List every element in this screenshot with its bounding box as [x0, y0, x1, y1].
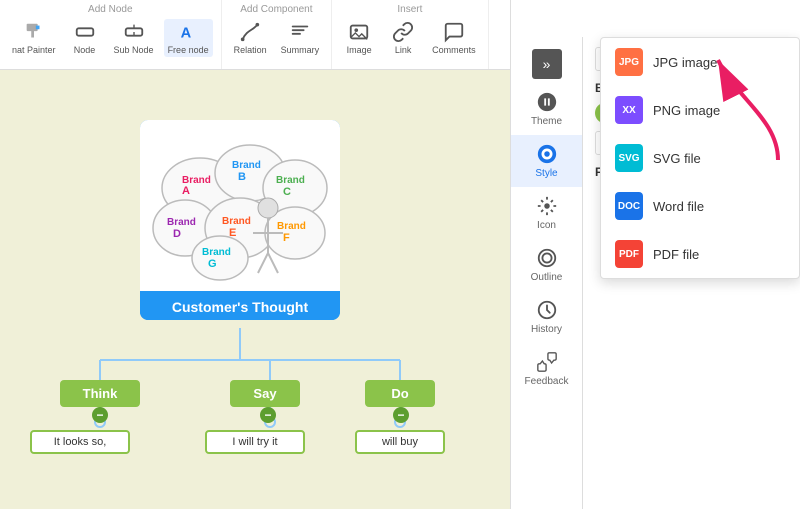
say-minus[interactable]: −	[260, 407, 276, 423]
leaf-say-label: I will try it	[232, 436, 277, 448]
mindmap-image-area: Brand A Brand B Brand C Brand D Brand E …	[140, 120, 340, 291]
jpg-icon: JPG	[615, 48, 643, 76]
add-node-icons: nat Painter Node Sub Node A Free node	[8, 19, 213, 57]
sidebar-item-history[interactable]: History	[511, 291, 582, 343]
link-btn[interactable]: Link	[384, 19, 422, 57]
pdf-icon-text: PDF	[619, 249, 639, 260]
expand-btn[interactable]: »	[532, 49, 562, 79]
mindmap-root[interactable]: Brand A Brand B Brand C Brand D Brand E …	[140, 120, 340, 320]
svg-text:G: G	[208, 258, 217, 270]
summary-label: Summary	[281, 45, 320, 55]
pdf-label: PDF file	[653, 247, 699, 262]
comments-label: Comments	[432, 45, 476, 55]
free-node-label: Free node	[168, 45, 209, 55]
export-jpg-item[interactable]: JPG JPG image	[601, 38, 799, 86]
insert-icons: Image Link Comments	[340, 19, 480, 57]
export-pdf-item[interactable]: PDF PDF file	[601, 230, 799, 278]
comments-btn[interactable]: Comments	[428, 19, 480, 57]
svg-text:Brand: Brand	[277, 221, 306, 232]
svg-text:Brand: Brand	[167, 217, 196, 228]
icon-nav-label: Icon	[537, 220, 556, 231]
say-label: Say	[253, 386, 276, 401]
add-node-label: Add Node	[88, 4, 132, 15]
word-icon: DOC	[615, 192, 643, 220]
insert-label: Insert	[397, 4, 422, 15]
settings-sidebar: » Theme Style Icon Outline History	[511, 37, 583, 509]
sub-node-label: Sub Node	[114, 45, 154, 55]
leaf-do-label: will buy	[382, 436, 418, 448]
summary-btn[interactable]: Summary	[277, 19, 324, 57]
add-component-section: Add Component Relation Summary	[222, 0, 333, 69]
export-word-item[interactable]: DOC Word file	[601, 182, 799, 230]
svg-text:A: A	[181, 26, 192, 42]
child-node-say[interactable]: Say	[230, 380, 300, 407]
child-node-do[interactable]: Do	[365, 380, 435, 407]
sub-node-btn[interactable]: Sub Node	[110, 19, 158, 57]
relation-label: Relation	[234, 45, 267, 55]
format-painter-btn[interactable]: nat Painter	[8, 19, 60, 57]
svg-label: SVG file	[653, 151, 701, 166]
style-nav-label: Style	[535, 168, 557, 179]
png-label: PNG image	[653, 103, 720, 118]
thought-bubbles-svg: Brand A Brand B Brand C Brand D Brand E …	[150, 128, 330, 283]
export-svg-item[interactable]: SVG SVG file	[601, 134, 799, 182]
svg-text:Brand: Brand	[276, 175, 305, 186]
pdf-icon: PDF	[615, 240, 643, 268]
sidebar-item-icon[interactable]: Icon	[511, 187, 582, 239]
word-label: Word file	[653, 199, 704, 214]
image-label: Image	[347, 45, 372, 55]
insert-section: Insert Image Link Comments	[332, 0, 489, 69]
outline-nav-label: Outline	[531, 272, 563, 283]
svg-icon: SVG	[615, 144, 643, 172]
image-btn[interactable]: Image	[340, 19, 378, 57]
node-label: Node	[74, 45, 96, 55]
canvas-area[interactable]: Brand A Brand B Brand C Brand D Brand E …	[0, 70, 510, 509]
svg-text:Brand: Brand	[232, 160, 261, 171]
png-icon-text: XX	[622, 105, 635, 116]
svg-text:F: F	[283, 232, 290, 244]
history-nav-label: History	[531, 324, 562, 335]
add-component-icons: Relation Summary	[230, 19, 324, 57]
sidebar-item-theme[interactable]: Theme	[511, 83, 582, 135]
leaf-say[interactable]: I will try it	[205, 430, 305, 454]
leaf-think-label: It looks so,	[54, 436, 107, 448]
node-btn[interactable]: Node	[66, 19, 104, 57]
think-label: Think	[83, 386, 118, 401]
svg-icon-text: SVG	[618, 153, 639, 164]
export-png-item[interactable]: XX PNG image	[601, 86, 799, 134]
think-minus[interactable]: −	[92, 407, 108, 423]
jpg-label: JPG image	[653, 55, 717, 70]
svg-text:E: E	[229, 227, 236, 239]
export-dropdown: JPG JPG image XX PNG image SVG SVG file …	[600, 37, 800, 279]
add-component-label: Add Component	[240, 4, 312, 15]
word-icon-text: DOC	[618, 201, 640, 212]
mindmap-root-label: Customer's Thought	[140, 291, 340, 320]
jpg-icon-text: JPG	[619, 57, 639, 68]
png-icon: XX	[615, 96, 643, 124]
leaf-think[interactable]: It looks so,	[30, 430, 130, 454]
child-node-think[interactable]: Think	[60, 380, 140, 407]
svg-text:B: B	[238, 171, 246, 183]
free-node-btn[interactable]: A Free node	[164, 19, 213, 57]
svg-text:C: C	[283, 186, 291, 198]
sidebar-item-style[interactable]: Style	[511, 135, 582, 187]
tool-settings-panel: » Theme Style Icon Outline History	[510, 0, 800, 509]
svg-text:D: D	[173, 228, 181, 240]
svg-text:Brand: Brand	[222, 216, 251, 227]
leaf-do[interactable]: will buy	[355, 430, 445, 454]
sidebar-item-outline[interactable]: Outline	[511, 239, 582, 291]
theme-nav-label: Theme	[531, 116, 562, 127]
sidebar-item-feedback[interactable]: Feedback	[511, 343, 582, 395]
link-label: Link	[395, 45, 412, 55]
do-label: Do	[391, 386, 408, 401]
do-minus[interactable]: −	[393, 407, 409, 423]
svg-text:Brand: Brand	[202, 247, 231, 258]
add-node-section: Add Node nat Painter Node Sub Node A Fre…	[0, 0, 222, 69]
format-painter-label: nat Painter	[12, 45, 56, 55]
feedback-nav-label: Feedback	[525, 376, 569, 387]
relation-btn[interactable]: Relation	[230, 19, 271, 57]
svg-text:A: A	[182, 185, 190, 197]
